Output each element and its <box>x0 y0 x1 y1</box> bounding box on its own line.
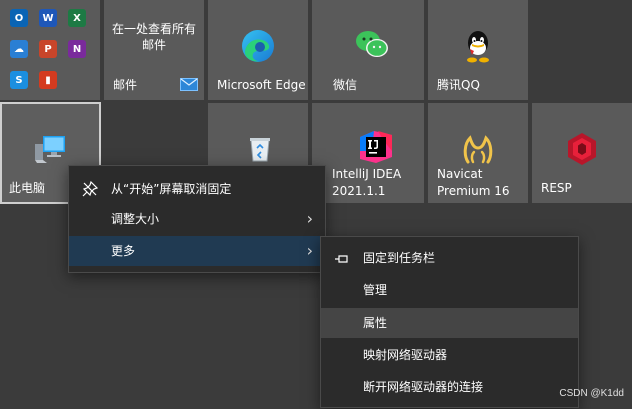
menu-item-label: 属性 <box>363 316 388 330</box>
wechat-icon <box>356 31 388 57</box>
menu-item-properties[interactable]: 属性 <box>321 308 578 338</box>
resp-icon <box>568 133 596 165</box>
pin-taskbar-icon <box>335 255 348 263</box>
onenote-icon[interactable]: N <box>68 40 86 58</box>
skype-icon[interactable]: S <box>10 71 28 89</box>
menu-item-unpin-from-start[interactable]: 从“开始”屏幕取消固定 <box>69 174 325 204</box>
qq-tile[interactable]: 腾讯QQ <box>428 0 528 100</box>
menu-item-label: 调整大小 <box>111 212 160 226</box>
resp-tile-label: RESP <box>541 181 572 195</box>
wechat-tile[interactable]: 微信 <box>312 0 424 100</box>
start-menu: O W X ☁ P N S ▮ 在一处查看所有 邮件 邮件 Microsoft Edge <box>0 0 632 409</box>
navicat-tile[interactable]: Navicat Premium 16 <box>428 103 528 203</box>
menu-item-label: 固定到任务栏 <box>363 251 436 265</box>
menu-item-label: 从“开始”屏幕取消固定 <box>111 182 232 196</box>
intellij-tile[interactable]: IntelliJ IDEA 2021.1.1 <box>312 103 424 203</box>
chevron-right-icon: › <box>306 209 313 228</box>
menu-item-disconnect-network-drive[interactable]: 断开网络驱动器的连接 <box>321 372 578 402</box>
wechat-tile-label: 微信 <box>333 78 358 92</box>
menu-item-label: 管理 <box>363 283 388 297</box>
tile-context-menu: 从“开始”屏幕取消固定 调整大小 › 更多 › <box>68 165 326 273</box>
menu-item-manage[interactable]: 管理 <box>321 275 578 305</box>
mail-tile-header-line2: 邮件 <box>142 38 167 52</box>
powerpoint-icon[interactable]: P <box>39 40 57 58</box>
excel-icon[interactable]: X <box>68 9 86 27</box>
more-submenu: 固定到任务栏 管理 属性 映射网络驱动器 断开网络驱动器的连接 <box>320 236 579 408</box>
mail-tile-header-line1: 在一处查看所有 <box>112 22 197 36</box>
navicat-icon <box>463 135 493 164</box>
mail-icon <box>180 78 198 91</box>
word-icon[interactable]: W <box>39 9 57 27</box>
menu-item-map-network-drive[interactable]: 映射网络驱动器 <box>321 340 578 370</box>
menu-item-label: 映射网络驱动器 <box>363 348 448 362</box>
menu-item-label: 断开网络驱动器的连接 <box>363 380 484 394</box>
edge-icon <box>242 30 274 62</box>
office-icon[interactable]: ▮ <box>39 71 57 89</box>
mail-tile-label: 邮件 <box>113 78 138 92</box>
navicat-tile-label-line2: Premium 16 <box>437 184 510 198</box>
menu-item-resize[interactable]: 调整大小 › <box>69 204 325 234</box>
menu-item-pin-to-taskbar[interactable]: 固定到任务栏 <box>321 243 578 273</box>
menu-item-more[interactable]: 更多 › <box>69 236 325 266</box>
edge-tile-label: Microsoft Edge <box>217 78 306 92</box>
onedrive-icon[interactable]: ☁ <box>10 40 28 58</box>
resp-tile[interactable]: RESP <box>532 103 632 203</box>
intellij-icon <box>360 131 392 163</box>
menu-item-label: 更多 <box>111 244 136 258</box>
mail-tile[interactable]: 在一处查看所有 邮件 邮件 <box>104 0 204 100</box>
qq-icon <box>467 31 489 63</box>
navicat-tile-label-line1: Navicat <box>437 167 483 181</box>
chevron-right-icon: › <box>306 241 313 260</box>
qq-tile-label: 腾讯QQ <box>437 78 480 92</box>
office-apps-tile[interactable]: O W X ☁ P N S ▮ <box>0 0 100 100</box>
intellij-tile-label-line1: IntelliJ IDEA <box>332 167 402 181</box>
recycle-bin-icon <box>250 138 270 162</box>
edge-tile[interactable]: Microsoft Edge <box>208 0 308 100</box>
watermark: CSDN @K1dd <box>559 388 624 399</box>
unpin-icon <box>82 181 98 197</box>
intellij-tile-label-line2: 2021.1.1 <box>332 184 386 198</box>
outlook-icon[interactable]: O <box>10 9 28 27</box>
